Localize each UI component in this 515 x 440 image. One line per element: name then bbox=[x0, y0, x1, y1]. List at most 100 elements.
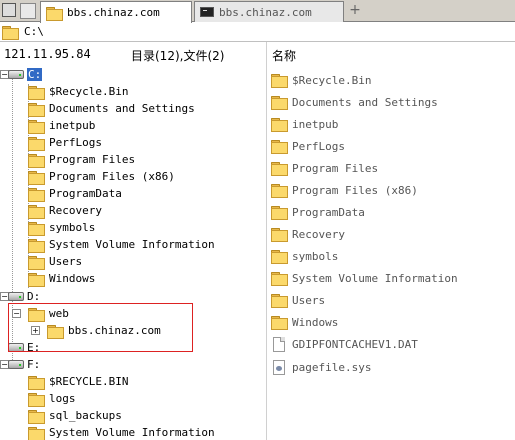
tree-item-label: logs bbox=[49, 392, 76, 405]
list-item-label: System Volume Information bbox=[292, 271, 458, 285]
tree-item[interactable]: Program Files (x86) bbox=[28, 168, 175, 185]
tree-item-label: Users bbox=[49, 255, 83, 268]
list-item[interactable]: inetpub bbox=[271, 114, 338, 134]
tree-item[interactable]: Users bbox=[28, 253, 82, 270]
list-item-label: Recovery bbox=[292, 227, 345, 241]
list-item[interactable]: System Volume Information bbox=[271, 268, 458, 288]
list-item[interactable]: PerfLogs bbox=[271, 136, 345, 156]
name-column-header[interactable]: 名称 bbox=[272, 47, 296, 64]
folder-icon bbox=[47, 324, 64, 339]
tree-line bbox=[12, 74, 13, 364]
drive-icon bbox=[8, 292, 24, 301]
tree-item[interactable]: ProgramData bbox=[28, 185, 122, 202]
folder-icon bbox=[271, 74, 288, 88]
folder-icon bbox=[271, 96, 288, 110]
toolbar-icon[interactable] bbox=[20, 3, 36, 19]
folder-icon bbox=[46, 6, 63, 21]
system-file-icon bbox=[273, 359, 285, 375]
folder-icon bbox=[271, 228, 288, 242]
list-item-label: inetpub bbox=[292, 117, 339, 131]
list-item-label: PerfLogs bbox=[292, 139, 345, 153]
tree-item[interactable]: logs bbox=[28, 390, 76, 407]
list-item[interactable]: Program Files bbox=[271, 158, 378, 178]
tab-bar: bbs.chinaz.com bbs.chinaz.com + bbox=[0, 0, 515, 23]
folder-icon bbox=[28, 85, 45, 100]
list-item[interactable]: Program Files (x86) bbox=[271, 180, 418, 200]
list-item-label: GDIPFONTCACHEV1.DAT bbox=[292, 337, 418, 351]
tree-item-label: web bbox=[49, 307, 69, 320]
collapse-toggle[interactable]: − bbox=[12, 309, 21, 318]
list-item-label: ProgramData bbox=[292, 205, 365, 219]
tree-item-label: Documents and Settings bbox=[49, 102, 195, 115]
panel-header: 121.11.95.84 目录(12),文件(2) 名称 bbox=[0, 42, 515, 66]
tree-item[interactable]: symbols bbox=[28, 219, 95, 236]
server-ip: 121.11.95.84 bbox=[4, 47, 91, 61]
tree-drive-d[interactable]: D: bbox=[8, 288, 40, 305]
tree-item[interactable]: inetpub bbox=[28, 117, 95, 134]
tree-item-label: bbs.chinaz.com bbox=[68, 324, 161, 337]
list-item[interactable]: $Recycle.Bin bbox=[271, 70, 371, 90]
window-icon[interactable] bbox=[2, 3, 16, 17]
tree-item[interactable]: sql_backups bbox=[28, 407, 122, 424]
folder-icon bbox=[28, 375, 45, 390]
tree-item[interactable]: $Recycle.Bin bbox=[28, 83, 128, 100]
tree-item[interactable]: Program Files bbox=[28, 151, 135, 168]
tree-item[interactable]: Documents and Settings bbox=[28, 100, 195, 117]
list-item[interactable]: Users bbox=[271, 290, 325, 310]
tree-item-label: inetpub bbox=[49, 119, 96, 132]
list-item[interactable]: symbols bbox=[271, 246, 338, 266]
address-bar[interactable]: C:\ bbox=[0, 22, 515, 42]
list-item[interactable]: ProgramData bbox=[271, 202, 365, 222]
tree-item[interactable]: System Volume Information bbox=[28, 236, 215, 253]
tree-item-site[interactable]: bbs.chinaz.com bbox=[47, 322, 161, 339]
folder-icon bbox=[28, 409, 45, 424]
tree-item-label: System Volume Information bbox=[49, 426, 215, 439]
list-item-label: Documents and Settings bbox=[292, 95, 438, 109]
tree-item-label: C: bbox=[27, 68, 43, 81]
folder-icon bbox=[28, 136, 45, 151]
list-item[interactable]: Windows bbox=[271, 312, 338, 332]
address-path[interactable]: C:\ bbox=[24, 25, 44, 38]
tree-drive-c[interactable]: C: bbox=[8, 66, 43, 83]
tree-item-label: sql_backups bbox=[49, 409, 122, 422]
list-item[interactable]: Documents and Settings bbox=[271, 92, 438, 112]
folder-icon bbox=[28, 119, 45, 134]
folder-icon bbox=[28, 426, 45, 440]
list-item-label: Windows bbox=[292, 315, 339, 329]
tab-label: bbs.chinaz.com bbox=[219, 5, 312, 19]
tree-item[interactable]: Recovery bbox=[28, 202, 102, 219]
tab-active[interactable]: bbs.chinaz.com bbox=[40, 1, 192, 23]
folder-icon bbox=[271, 140, 288, 154]
tab-terminal[interactable]: bbs.chinaz.com bbox=[194, 1, 344, 22]
tree-item-label: D: bbox=[27, 290, 41, 303]
tree-item[interactable]: Windows bbox=[28, 270, 95, 287]
list-item-label: $Recycle.Bin bbox=[292, 73, 372, 87]
tree-item-label: System Volume Information bbox=[49, 238, 215, 251]
folder-icon bbox=[271, 184, 288, 198]
item-count: 目录(12),文件(2) bbox=[131, 49, 225, 63]
tree-item-label: Program Files bbox=[49, 153, 136, 166]
tree-item-web[interactable]: web bbox=[28, 305, 69, 322]
expand-toggle[interactable]: + bbox=[31, 326, 40, 335]
folder-icon bbox=[271, 294, 288, 308]
folder-icon bbox=[2, 25, 19, 40]
folder-icon bbox=[271, 118, 288, 132]
list-item-label: Program Files (x86) bbox=[292, 183, 418, 197]
list-item-file[interactable]: pagefile.sys bbox=[271, 357, 371, 377]
list-item-label: Program Files bbox=[292, 161, 379, 175]
list-item-label: symbols bbox=[292, 249, 339, 263]
folder-icon bbox=[271, 206, 288, 220]
tree-item-label: Recovery bbox=[49, 204, 102, 217]
tree-drive-e[interactable]: E: bbox=[8, 339, 40, 356]
tree-item[interactable]: PerfLogs bbox=[28, 134, 102, 151]
folder-icon bbox=[271, 316, 288, 330]
list-item-file[interactable]: GDIPFONTCACHEV1.DAT bbox=[271, 334, 418, 354]
new-tab-button[interactable]: + bbox=[347, 2, 363, 19]
tree-drive-f[interactable]: F: bbox=[8, 356, 40, 373]
folder-icon bbox=[28, 255, 45, 270]
folder-icon bbox=[28, 153, 45, 168]
document-icon bbox=[273, 336, 285, 352]
list-item[interactable]: Recovery bbox=[271, 224, 345, 244]
tree-item[interactable]: System Volume Information bbox=[28, 424, 215, 440]
tree-item[interactable]: $RECYCLE.BIN bbox=[28, 373, 128, 390]
